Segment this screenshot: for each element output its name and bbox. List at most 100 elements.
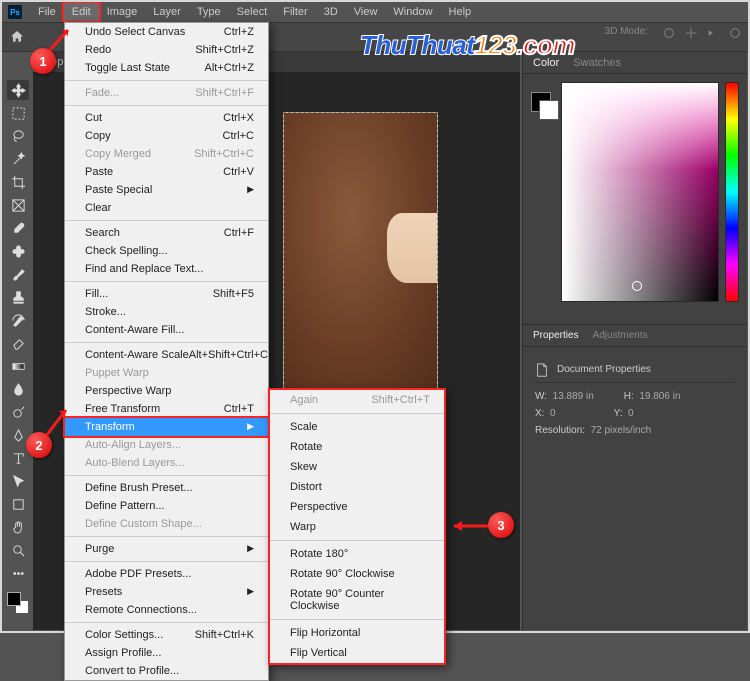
menuitem-define-pattern[interactable]: Define Pattern... — [65, 497, 268, 515]
orbit-icon[interactable] — [662, 26, 676, 40]
menuitem-perspective-warp[interactable]: Perspective Warp — [65, 382, 268, 400]
submenuitem-rotate[interactable]: Rotate — [270, 437, 444, 457]
properties-panel: Document Properties W: 13.889 in H: 19.8… — [523, 347, 747, 452]
menuitem-paste[interactable]: PasteCtrl+V — [65, 163, 268, 181]
blur-tool[interactable] — [7, 379, 29, 399]
rotate-icon[interactable] — [728, 26, 742, 40]
menuitem-search[interactable]: SearchCtrl+F — [65, 224, 268, 242]
submenuitem-flip-vertical[interactable]: Flip Vertical — [270, 643, 444, 663]
menuitem-clear[interactable]: Clear — [65, 199, 268, 217]
submenuitem-rotate-90-clockwise[interactable]: Rotate 90° Clockwise — [270, 564, 444, 584]
crop-tool[interactable] — [7, 172, 29, 192]
menuitem-content-aware-fill[interactable]: Content-Aware Fill... — [65, 321, 268, 339]
submenuitem-perspective[interactable]: Perspective — [270, 497, 444, 517]
foreground-background-colors[interactable] — [7, 592, 29, 614]
history-brush-tool[interactable] — [7, 310, 29, 330]
hand-tool[interactable] — [7, 517, 29, 537]
eyedropper-tool[interactable] — [7, 218, 29, 238]
wand-tool[interactable] — [7, 149, 29, 169]
menu-edit[interactable]: Edit — [64, 3, 99, 21]
gradient-tool[interactable] — [7, 356, 29, 376]
submenuitem-rotate-90-counter-clockwise[interactable]: Rotate 90° Counter Clockwise — [270, 584, 444, 616]
menuitem-presets[interactable]: Presets▶ — [65, 583, 268, 601]
color-bg-swatch[interactable] — [539, 100, 559, 120]
pan-icon[interactable] — [684, 26, 698, 40]
marquee-tool[interactable] — [7, 103, 29, 123]
menuitem-purge[interactable]: Purge▶ — [65, 540, 268, 558]
submenuitem-distort[interactable]: Distort — [270, 477, 444, 497]
submenuitem-scale[interactable]: Scale — [270, 417, 444, 437]
menuitem-assign-profile[interactable]: Assign Profile... — [65, 644, 268, 662]
stamp-tool[interactable] — [7, 287, 29, 307]
menuitem-find-and-replace-text[interactable]: Find and Replace Text... — [65, 260, 268, 278]
menuitem-toggle-last-state[interactable]: Toggle Last StateAlt+Ctrl+Z — [65, 59, 268, 77]
type-tool[interactable] — [7, 448, 29, 468]
menu-select[interactable]: Select — [229, 3, 276, 21]
menuitem-color-settings[interactable]: Color Settings...Shift+Ctrl+K — [65, 626, 268, 644]
menuitem-redo[interactable]: RedoShift+Ctrl+Z — [65, 41, 268, 59]
menuitem-copy[interactable]: CopyCtrl+C — [65, 127, 268, 145]
submenuitem-skew[interactable]: Skew — [270, 457, 444, 477]
menuitem-paste-special[interactable]: Paste Special▶ — [65, 181, 268, 199]
menuitem-stroke[interactable]: Stroke... — [65, 303, 268, 321]
shape-tool[interactable] — [7, 494, 29, 514]
menuitem-auto-align-layers: Auto-Align Layers... — [65, 436, 268, 454]
picker-cursor — [632, 281, 642, 291]
color-picker-field[interactable] — [561, 82, 719, 302]
menu-layer[interactable]: Layer — [145, 3, 189, 21]
frame-tool[interactable] — [7, 195, 29, 215]
menuitem-define-brush-preset[interactable]: Define Brush Preset... — [65, 479, 268, 497]
brush-tool[interactable] — [7, 264, 29, 284]
prop-height: H: 19.806 in — [624, 391, 681, 402]
path-select-tool[interactable] — [7, 471, 29, 491]
home-icon[interactable] — [2, 22, 32, 52]
tab-swatches[interactable]: Swatches — [573, 57, 621, 69]
submenuitem-rotate-180[interactable]: Rotate 180° — [270, 544, 444, 564]
menuitem-convert-to-profile[interactable]: Convert to Profile... — [65, 662, 268, 680]
menu-3d[interactable]: 3D — [316, 3, 346, 21]
menu-filter[interactable]: Filter — [275, 3, 315, 21]
menuitem-adobe-pdf-presets[interactable]: Adobe PDF Presets... — [65, 565, 268, 583]
menu-image[interactable]: Image — [99, 3, 146, 21]
heal-tool[interactable] — [7, 241, 29, 261]
menu-help[interactable]: Help — [441, 3, 480, 21]
menuitem-define-custom-shape: Define Custom Shape... — [65, 515, 268, 533]
watermark: ThuThuat123.com — [360, 30, 575, 61]
edit-toolbar[interactable] — [7, 563, 29, 583]
move-tool[interactable] — [7, 80, 29, 100]
image-content-hand — [387, 213, 437, 283]
lasso-tool[interactable] — [7, 126, 29, 146]
menuitem-transform[interactable]: Transform▶ — [65, 418, 268, 436]
menuitem-puppet-warp: Puppet Warp — [65, 364, 268, 382]
menuitem-undo-select-canvas[interactable]: Undo Select CanvasCtrl+Z — [65, 23, 268, 41]
dodge-tool[interactable] — [7, 402, 29, 422]
tab-adjustments[interactable]: Adjustments — [593, 330, 648, 341]
submenuitem-again: AgainShift+Ctrl+T — [270, 390, 444, 410]
menu-window[interactable]: Window — [385, 3, 440, 21]
menuitem-cut[interactable]: CutCtrl+X — [65, 109, 268, 127]
callout-3: 3 — [488, 512, 514, 538]
prop-width: W: 13.889 in — [535, 391, 594, 402]
document-icon — [535, 363, 549, 377]
document-properties-header: Document Properties — [535, 357, 735, 383]
eraser-tool[interactable] — [7, 333, 29, 353]
submenuitem-flip-horizontal[interactable]: Flip Horizontal — [270, 623, 444, 643]
menuitem-fill[interactable]: Fill...Shift+F5 — [65, 285, 268, 303]
menuitem-check-spelling[interactable]: Check Spelling... — [65, 242, 268, 260]
slide-icon[interactable] — [706, 26, 720, 40]
menuitem-content-aware-scale[interactable]: Content-Aware ScaleAlt+Shift+Ctrl+C — [65, 346, 268, 364]
menuitem-free-transform[interactable]: Free TransformCtrl+T — [65, 400, 268, 418]
foreground-color-swatch[interactable] — [7, 592, 21, 606]
properties-panel-tabs: Properties Adjustments — [523, 325, 747, 347]
edit-menu-dropdown: Undo Select CanvasCtrl+ZRedoShift+Ctrl+Z… — [64, 22, 269, 681]
app-logo: Ps — [8, 5, 22, 19]
menu-file[interactable]: File — [30, 3, 64, 21]
callout-1: 1 — [30, 48, 56, 74]
submenuitem-warp[interactable]: Warp — [270, 517, 444, 537]
hue-slider[interactable] — [725, 82, 739, 302]
menuitem-remote-connections[interactable]: Remote Connections... — [65, 601, 268, 619]
tab-properties[interactable]: Properties — [533, 330, 579, 341]
zoom-tool[interactable] — [7, 540, 29, 560]
menu-view[interactable]: View — [346, 3, 386, 21]
menu-type[interactable]: Type — [189, 3, 229, 21]
